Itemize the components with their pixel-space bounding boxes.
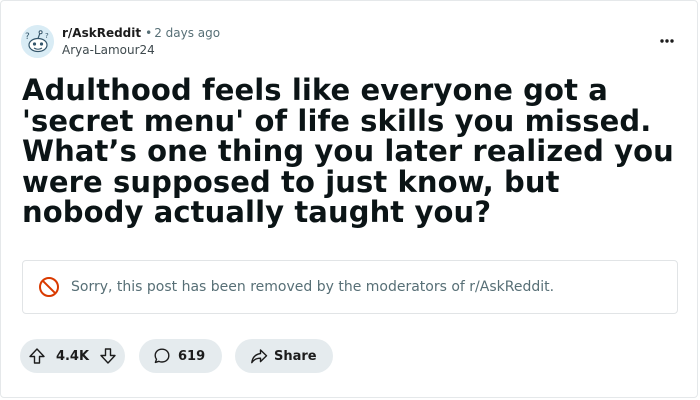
comment-bubble-icon: [154, 348, 170, 364]
reddit-snoo-icon: ? ?: [21, 25, 54, 58]
vote-count: 4.4K: [55, 348, 90, 364]
post-actions: 4.4K 619 Share: [20, 339, 333, 373]
more-options-button[interactable]: [655, 29, 679, 53]
meta-separator: •: [145, 26, 153, 40]
upvote-arrow-icon: [29, 348, 45, 364]
prohibited-icon: [38, 276, 60, 298]
share-button[interactable]: Share: [235, 339, 333, 373]
upvote-button[interactable]: [28, 347, 46, 365]
share-arrow-icon: [251, 349, 268, 364]
downvote-arrow-icon: [100, 348, 116, 364]
post-card: ? ? r/AskReddit • 2 days ago Arya-Lamour…: [0, 0, 698, 398]
removed-notice: Sorry, this post has been removed by the…: [22, 260, 678, 314]
post-title[interactable]: Adulthood feels like everyone got a 'sec…: [22, 75, 682, 228]
vote-group: 4.4K: [20, 339, 125, 373]
subreddit-avatar[interactable]: ? ?: [21, 25, 54, 58]
subreddit-link[interactable]: r/AskReddit: [62, 25, 141, 41]
post-header: ? ? r/AskReddit • 2 days ago Arya-Lamour…: [21, 25, 220, 58]
post-meta-row: r/AskReddit • 2 days ago: [62, 25, 220, 41]
downvote-button[interactable]: [99, 347, 117, 365]
author-link[interactable]: Arya-Lamour24: [62, 42, 220, 58]
svg-text:?: ?: [45, 32, 49, 40]
post-meta: r/AskReddit • 2 days ago Arya-Lamour24: [62, 25, 220, 58]
removed-notice-text: Sorry, this post has been removed by the…: [71, 279, 555, 295]
post-timestamp: 2 days ago: [154, 26, 221, 40]
share-label: Share: [274, 348, 317, 364]
comment-count: 619: [178, 348, 206, 364]
more-options-icon: [660, 39, 674, 43]
comments-button[interactable]: 619: [139, 339, 222, 373]
svg-text:?: ?: [25, 32, 30, 42]
